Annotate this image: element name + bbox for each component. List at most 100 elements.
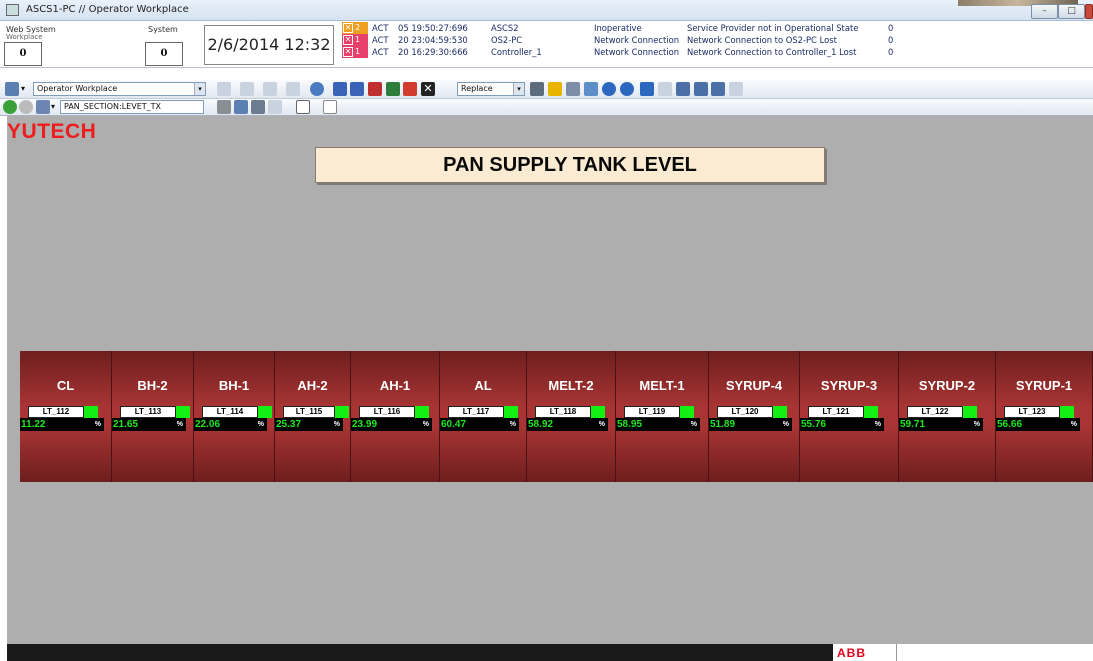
status-indicator [773, 406, 787, 418]
tank-panel[interactable]: SYRUP-3 LT_121 55.76% [800, 351, 899, 482]
level-tag[interactable]: LT_118 [535, 406, 591, 418]
level-tag[interactable]: LT_119 [624, 406, 680, 418]
chevron-down-icon[interactable]: ▾ [21, 82, 29, 96]
level-tag[interactable]: LT_116 [359, 406, 415, 418]
level-value-text: 11.22 [21, 419, 46, 430]
workplace-select[interactable]: Operator Workplace ▾ [33, 82, 206, 96]
level-tag[interactable]: LT_115 [283, 406, 335, 418]
close-display-icon[interactable] [640, 82, 654, 96]
trend-nav-icon[interactable] [286, 82, 300, 96]
binoculars-icon[interactable] [36, 100, 50, 114]
layout-5-icon[interactable] [729, 82, 743, 96]
path-select[interactable]: PAN_SECTION:LEVET_TX [60, 100, 204, 114]
replace-mode-value: Replace [461, 84, 493, 93]
alarm-row[interactable]: ✕ 1 ACT 20 23:04:59:530 OS2-PC Network Connec… [340, 34, 900, 46]
chevron-down-icon: ▾ [194, 83, 205, 95]
level-tag[interactable]: LT_120 [717, 406, 773, 418]
status-indicator [1060, 406, 1074, 418]
maximize-button[interactable]: □ [1058, 4, 1085, 19]
close-button[interactable] [1085, 4, 1093, 19]
system-alarm-count[interactable]: 0 [145, 42, 183, 66]
forward-arrow-icon[interactable] [19, 100, 33, 114]
path-select-value: PAN_SECTION:LEVET_TX [64, 102, 162, 111]
document-icon[interactable] [323, 100, 337, 114]
alarm-state: ACT [372, 23, 389, 33]
alarm-count: 1 [355, 47, 361, 56]
layout-3-icon[interactable] [694, 82, 708, 96]
forward-nav-icon[interactable] [240, 82, 254, 96]
level-tag[interactable]: LT_112 [28, 406, 84, 418]
process-alarm-icon[interactable] [386, 82, 400, 96]
chevron-down-icon[interactable]: ▾ [51, 100, 59, 114]
alarm-ack-badge[interactable]: ✕ 1 [342, 34, 368, 46]
replace-mode-select[interactable]: Replace ▾ [457, 82, 525, 96]
tank-panel[interactable]: SYRUP-4 LT_120 51.89% [709, 351, 800, 482]
tank-panel[interactable]: BH-2 LT_113 21.65% [112, 351, 194, 482]
tank-panel[interactable]: MELT-1 LT_119 58.95% [616, 351, 709, 482]
system-status-bar: Web System Workplace 0 System 0 2/6/2014… [0, 21, 1093, 68]
status-indicator [504, 406, 518, 418]
copy-icon[interactable] [584, 82, 598, 96]
tank-panel[interactable]: SYRUP-1 LT_123 56.66% [996, 351, 1093, 482]
workplace-icon[interactable] [5, 82, 19, 96]
save-display-icon[interactable] [530, 82, 544, 96]
info-icon[interactable] [620, 82, 634, 96]
status-indicator [258, 406, 272, 418]
alarm-unack-icon: ✕ [343, 23, 353, 33]
level-value-text: 21.65 [113, 419, 139, 430]
system-alarm-icon[interactable] [368, 82, 382, 96]
level-value-text: 22.06 [195, 419, 221, 430]
alarm-unack-icon: ✕ [343, 47, 353, 57]
system-label: System [148, 25, 178, 34]
tank-name: BH-1 [218, 378, 250, 393]
help-icon[interactable] [602, 82, 616, 96]
level-tag[interactable]: LT_113 [120, 406, 176, 418]
new-window-icon[interactable] [296, 100, 310, 114]
level-unit: % [874, 421, 881, 428]
tank-panel[interactable]: BH-1 LT_114 22.06% [194, 351, 275, 482]
favorites-icon[interactable] [548, 82, 562, 96]
web-system-alarm-count[interactable]: 0 [4, 42, 42, 66]
minimize-button[interactable]: – [1031, 4, 1058, 19]
object-aspect-icon[interactable] [217, 100, 231, 114]
layout-1-icon[interactable] [658, 82, 672, 96]
alarm-list-icon[interactable] [333, 82, 347, 96]
alarm-ack-badge[interactable]: ✕ 2 [342, 22, 368, 34]
tank-panel[interactable]: MELT-2 LT_118 58.92% [527, 351, 616, 482]
audible-alarm-icon[interactable] [403, 82, 417, 96]
alarm-row[interactable]: ✕ 1 ACT 20 16:29:30:666 Controller_1 Network … [340, 46, 900, 58]
layout-4-icon[interactable] [711, 82, 725, 96]
level-tag[interactable]: LT_123 [1004, 406, 1060, 418]
back-nav-icon[interactable] [217, 82, 231, 96]
alarm-row[interactable]: ✕ 2 ACT 05 19:50:27:696 ASCS2 Inoperative Serv… [340, 22, 900, 34]
level-unit: % [598, 421, 605, 428]
status-indicator [963, 406, 977, 418]
tank-name: MELT-2 [548, 378, 594, 393]
level-unit: % [782, 421, 789, 428]
acknowledge-icon[interactable]: ✕ [421, 82, 435, 96]
tank-panel[interactable]: SYRUP-2 LT_122 59.71% [899, 351, 996, 482]
alarm-ack-badge[interactable]: ✕ 1 [342, 46, 368, 58]
level-tag[interactable]: LT_121 [808, 406, 864, 418]
alarm-value: 0 [888, 35, 894, 45]
level-tag[interactable]: LT_114 [202, 406, 258, 418]
tank-name: SYRUP-3 [820, 378, 878, 393]
extras-icon[interactable] [268, 100, 282, 114]
search-icon[interactable] [310, 82, 324, 96]
tank-panel[interactable]: AL LT_117 60.47% [440, 351, 527, 482]
layout-2-icon[interactable] [676, 82, 690, 96]
level-unit: % [176, 421, 183, 428]
back-arrow-icon[interactable] [3, 100, 17, 114]
tank-panel[interactable]: AH-2 LT_115 25.37% [275, 351, 351, 482]
tools-icon[interactable] [251, 100, 265, 114]
chevron-down-icon: ▾ [513, 83, 524, 95]
tank-panel[interactable]: CL LT_112 11.22% [20, 351, 112, 482]
event-list-icon[interactable] [350, 82, 364, 96]
level-tag[interactable]: LT_117 [448, 406, 504, 418]
print-icon[interactable] [566, 82, 580, 96]
pin-icon[interactable] [234, 100, 248, 114]
level-tag[interactable]: LT_122 [907, 406, 963, 418]
display-nav-icon[interactable] [263, 82, 277, 96]
alarm-state: ACT [372, 35, 389, 45]
tank-panel[interactable]: AH-1 LT_116 23.99% [351, 351, 440, 482]
